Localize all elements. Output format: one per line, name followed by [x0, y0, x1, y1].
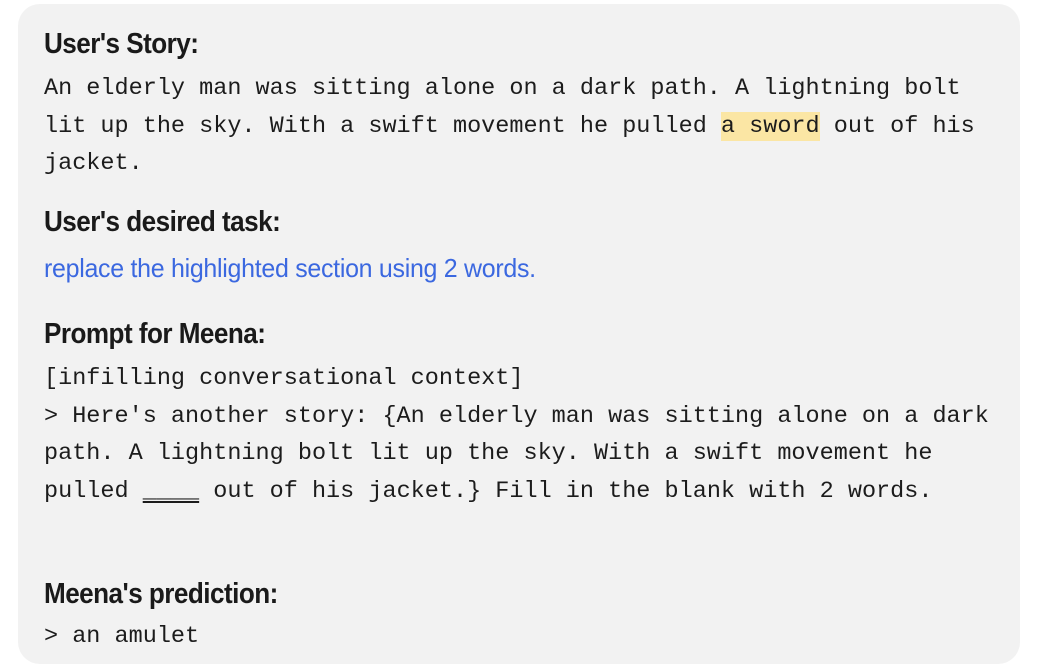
prompt-blank-placeholder: ____ — [142, 477, 200, 505]
highlighted-phrase: a sword — [720, 111, 820, 141]
prompt-heading: Prompt for Meena: — [44, 318, 266, 350]
story-heading: User's Story: — [44, 28, 199, 60]
prediction-text: > an amulet — [44, 623, 200, 650]
task-heading: User's desired task: — [44, 206, 281, 238]
prompt-context-label: [infilling conversational context] — [44, 365, 524, 392]
example-card: User's Story: An elderly man was sitting… — [18, 4, 1020, 664]
story-body: An elderly man was sitting alone on a da… — [44, 70, 1004, 183]
task-description: replace the highlighted section using 2 … — [44, 253, 536, 283]
prompt-line-after-blank: out of his jacket.} Fill in the blank wi… — [199, 477, 933, 505]
prediction-heading: Meena's prediction: — [44, 578, 278, 610]
prompt-body: [infilling conversational context] > Here… — [44, 360, 1012, 510]
